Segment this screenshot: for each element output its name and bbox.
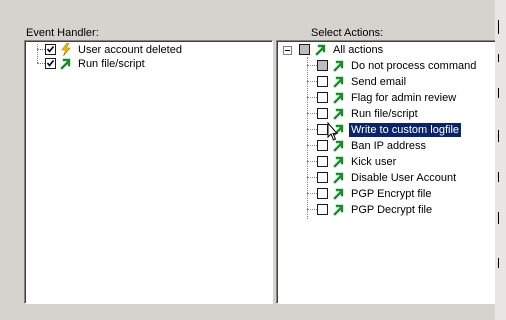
action-item[interactable]: Ban IP address	[277, 138, 501, 154]
event-handler-item[interactable]: Run file/script	[25, 56, 272, 72]
action-item-label: Do not process command	[351, 60, 477, 72]
action-item[interactable]: Disable User Account	[277, 170, 501, 186]
checkbox[interactable]	[317, 76, 328, 87]
hand-cursor-icon	[327, 122, 339, 141]
action-item-label: Kick user	[351, 156, 397, 168]
action-item[interactable]: Do not process command	[277, 58, 501, 74]
select-actions-label: Select Actions:	[311, 27, 384, 39]
select-actions-tree[interactable]: All actions Do not process command Send …	[276, 40, 502, 304]
green-arrow-icon	[333, 204, 344, 216]
action-item-label: Write to custom logfile	[349, 123, 462, 137]
action-item-selected[interactable]: Write to custom logfile	[277, 122, 501, 138]
all-actions-label: All actions	[333, 44, 384, 56]
checkbox[interactable]	[317, 188, 328, 199]
checkbox[interactable]	[317, 204, 328, 215]
checkbox[interactable]	[45, 44, 56, 55]
lightning-icon	[61, 43, 71, 56]
event-handler-item-label: User account deleted	[78, 44, 182, 56]
checkbox[interactable]	[299, 44, 310, 55]
checkbox[interactable]	[317, 156, 328, 167]
green-arrow-icon	[333, 76, 344, 88]
checkbox[interactable]	[317, 92, 328, 103]
checkbox[interactable]	[317, 108, 328, 119]
action-item-label: Disable User Account	[351, 172, 457, 184]
event-handler-tree[interactable]: User account deleted Run file/script	[24, 40, 273, 304]
checkbox[interactable]	[45, 58, 56, 69]
green-arrow-icon	[333, 92, 344, 104]
action-item-label: PGP Decrypt file	[351, 204, 433, 216]
action-item[interactable]: Send email	[277, 74, 501, 90]
action-item-label: Run file/script	[351, 108, 418, 120]
green-arrow-icon	[315, 44, 326, 56]
all-actions-root[interactable]: All actions	[277, 42, 501, 58]
action-item[interactable]: PGP Encrypt file	[277, 186, 501, 202]
green-arrow-icon	[333, 60, 344, 72]
action-item[interactable]: PGP Decrypt file	[277, 202, 501, 218]
green-arrow-icon	[333, 172, 344, 184]
window-edge	[495, 0, 506, 320]
action-item-label: PGP Encrypt file	[351, 188, 432, 200]
green-arrow-icon	[333, 156, 344, 168]
action-item[interactable]: Flag for admin review	[277, 90, 501, 106]
action-item-label: Flag for admin review	[351, 92, 457, 104]
green-arrow-icon	[333, 188, 344, 200]
action-item-label: Send email	[351, 76, 407, 88]
checkbox[interactable]	[317, 172, 328, 183]
collapse-toggle[interactable]	[283, 46, 292, 55]
action-item-label: Ban IP address	[351, 140, 427, 152]
event-handler-item-label: Run file/script	[78, 58, 145, 70]
action-item[interactable]: Kick user	[277, 154, 501, 170]
checkbox[interactable]	[317, 60, 328, 71]
green-arrow-icon	[60, 58, 71, 70]
event-handler-label: Event Handler:	[26, 27, 99, 39]
action-item[interactable]: Run file/script	[277, 106, 501, 122]
green-arrow-icon	[333, 108, 344, 120]
